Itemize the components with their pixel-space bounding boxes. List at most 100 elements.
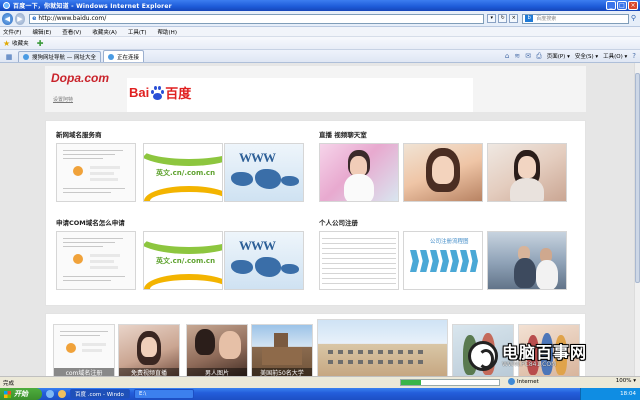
- search-icon[interactable]: ⚲: [631, 14, 638, 23]
- baidu-logo-right: 百度: [165, 86, 192, 101]
- card-caption: 免费视频直播: [119, 368, 179, 376]
- clock[interactable]: 18:04: [620, 391, 636, 397]
- card-us-universities[interactable]: 美国前50名大学: [251, 324, 313, 376]
- minimize-button[interactable]: _: [606, 1, 616, 10]
- page-menu[interactable]: 页面(P) ▾: [547, 52, 570, 60]
- forward-button[interactable]: ▶: [14, 12, 26, 25]
- quicklaunch-ie-icon[interactable]: [46, 390, 54, 398]
- tab-loading-icon: [108, 53, 114, 60]
- taskbar-item-explorer[interactable]: E:\: [134, 389, 194, 399]
- tab-connecting[interactable]: 正在连接: [103, 50, 145, 62]
- thumb-www-globe[interactable]: WWW: [224, 143, 304, 202]
- start-button[interactable]: 开始: [0, 388, 42, 400]
- domain-cn-text: 英文.cn/.com.cn: [156, 169, 216, 177]
- thumb-domain-doc[interactable]: [56, 143, 136, 202]
- domain-cn-text: 英文.cn/.com.cn: [156, 257, 216, 265]
- header-panel: Dopa.com 设置阿特 Bai 百度: [45, 66, 586, 112]
- quick-tabs-icon[interactable]: ▦: [2, 52, 16, 62]
- add-favorite-icon[interactable]: ✚: [37, 39, 44, 48]
- safety-menu[interactable]: 安全(S) ▾: [575, 52, 598, 60]
- dopa-logo[interactable]: Dopa.com: [51, 71, 109, 85]
- baidu-logo[interactable]: Bai 百度: [129, 83, 191, 102]
- search-placeholder: 百度搜索: [536, 16, 557, 22]
- command-bar: ⌂ ≋ ✉ ⎙ 页面(P) ▾ 安全(S) ▾ 工具(O) ▾ ?: [505, 50, 640, 62]
- menu-favorites[interactable]: 收藏夹(A): [92, 28, 117, 36]
- menu-tools[interactable]: 工具(T): [128, 28, 147, 36]
- mail-icon[interactable]: ✉: [525, 52, 531, 60]
- window-title: 百度一下，你就知道 - Windows Internet Explorer: [13, 3, 172, 10]
- vertical-scrollbar[interactable]: [634, 63, 640, 376]
- menu-file[interactable]: 文件(F): [3, 28, 21, 36]
- maximize-button[interactable]: □: [617, 1, 627, 10]
- card-caption: com域名注册: [54, 368, 114, 376]
- status-text: 完成: [3, 380, 15, 387]
- card-men-photos[interactable]: 男人图片: [186, 324, 248, 376]
- www-text: WWW: [239, 150, 276, 165]
- address-actions: ▾ ↻ ×: [487, 14, 519, 23]
- photo-register-office[interactable]: [487, 231, 567, 290]
- home-icon[interactable]: ⌂: [505, 52, 509, 60]
- section-title-company-register[interactable]: 个人公司注册: [319, 217, 358, 227]
- search-input[interactable]: b 百度搜索: [522, 13, 629, 24]
- address-bar[interactable]: e http://www.baidu.com/: [29, 13, 485, 24]
- thumb-com-www[interactable]: WWW: [224, 231, 304, 290]
- back-button[interactable]: ◀: [2, 12, 13, 25]
- section-title-com-apply[interactable]: 申请COM域名怎么申请: [56, 217, 125, 227]
- dropdown-icon[interactable]: ▾: [487, 14, 497, 23]
- loading-progress: [400, 379, 500, 386]
- menu-view[interactable]: 查看(V): [62, 28, 81, 36]
- favorites-star-icon[interactable]: ★: [3, 39, 10, 48]
- taskbar: 开始 百度 .com - Windo E:\ 18:04: [0, 388, 640, 400]
- start-label: 开始: [14, 390, 28, 398]
- dopa-link[interactable]: 设置阿特: [53, 96, 73, 103]
- tools-menu[interactable]: 工具(O) ▾: [603, 52, 627, 60]
- favorites-label[interactable]: 收藏夹: [12, 39, 29, 47]
- card-free-live[interactable]: 免费视频直播: [118, 324, 180, 376]
- menu-help[interactable]: 帮助(H): [158, 28, 177, 36]
- taskbar-item-browser[interactable]: 百度 .com - Windo: [70, 389, 130, 399]
- zone-label: Internet: [517, 378, 539, 385]
- card-caption: 男人图片: [187, 368, 247, 376]
- quicklaunch-folder-icon[interactable]: [58, 390, 66, 398]
- thumb-domain-cn[interactable]: 英文.cn/.com.cn: [143, 143, 223, 202]
- thumb-register-flow[interactable]: 公司注册流程图: [403, 231, 483, 290]
- flow-title: 公司注册流程图: [430, 239, 469, 245]
- print-icon[interactable]: ⎙: [536, 52, 542, 61]
- security-zone[interactable]: Internet: [508, 378, 539, 385]
- watermark-main: 电脑百事网: [502, 343, 588, 362]
- photo-building[interactable]: [317, 319, 448, 376]
- address-row: ◀ ▶ e http://www.baidu.com/ ▾ ↻ × b 百度搜索…: [0, 11, 640, 27]
- thumb-register-sheet[interactable]: [319, 231, 399, 290]
- internet-zone-icon: [508, 378, 515, 385]
- feeds-icon[interactable]: ≋: [514, 52, 520, 60]
- close-button[interactable]: ×: [628, 1, 638, 10]
- watermark: 电脑百事网 WWW.PC841.COM: [468, 336, 628, 376]
- baidu-banner: Bai 百度: [127, 78, 473, 112]
- zoom-level[interactable]: 100% ▾: [616, 378, 636, 384]
- menu-bar: 文件(F) 编辑(E) 查看(V) 收藏夹(A) 工具(T) 帮助(H): [0, 27, 640, 37]
- tab-row: ▦ 搜狗网址导航 — 网址大全 正在连接 ⌂ ≋ ✉ ⎙ 页面(P) ▾ 安全(…: [0, 50, 640, 63]
- photo-live-girl-1[interactable]: [319, 143, 399, 202]
- scrollbar-thumb[interactable]: [635, 73, 640, 283]
- stop-icon[interactable]: ×: [509, 14, 519, 23]
- window-title-bar[interactable]: 百度一下，你就知道 - Windows Internet Explorer _ …: [0, 0, 640, 11]
- section-title-domain-service[interactable]: 新网域名服务商: [56, 129, 102, 139]
- window-controls: _ □ ×: [606, 1, 638, 10]
- thumb-com-doc[interactable]: [56, 231, 136, 290]
- photo-live-girl-3[interactable]: [487, 143, 567, 202]
- photo-live-girl-2[interactable]: [403, 143, 483, 202]
- help-icon[interactable]: ?: [632, 52, 636, 60]
- globe-icon: [73, 166, 83, 176]
- section-title-live-video[interactable]: 直播 视频聊天室: [319, 129, 367, 139]
- card-com-register[interactable]: com域名注册: [53, 324, 115, 376]
- globe-icon: [66, 343, 76, 353]
- page-content: Dopa.com 设置阿特 Bai 百度 新网域名服务商 英文.cn/.com.…: [0, 63, 634, 376]
- thumb-com-cn[interactable]: 英文.cn/.com.cn: [143, 231, 223, 290]
- ie-icon: [3, 2, 10, 9]
- tab-label: 正在连接: [117, 54, 140, 61]
- menu-edit[interactable]: 编辑(E): [32, 28, 51, 36]
- favorites-bar: ★ 收藏夹 ✚: [0, 37, 640, 50]
- refresh-icon[interactable]: ↻: [498, 14, 508, 23]
- tab-sogou[interactable]: 搜狗网址导航 — 网址大全: [18, 51, 101, 62]
- watermark-logo-icon: [468, 341, 498, 371]
